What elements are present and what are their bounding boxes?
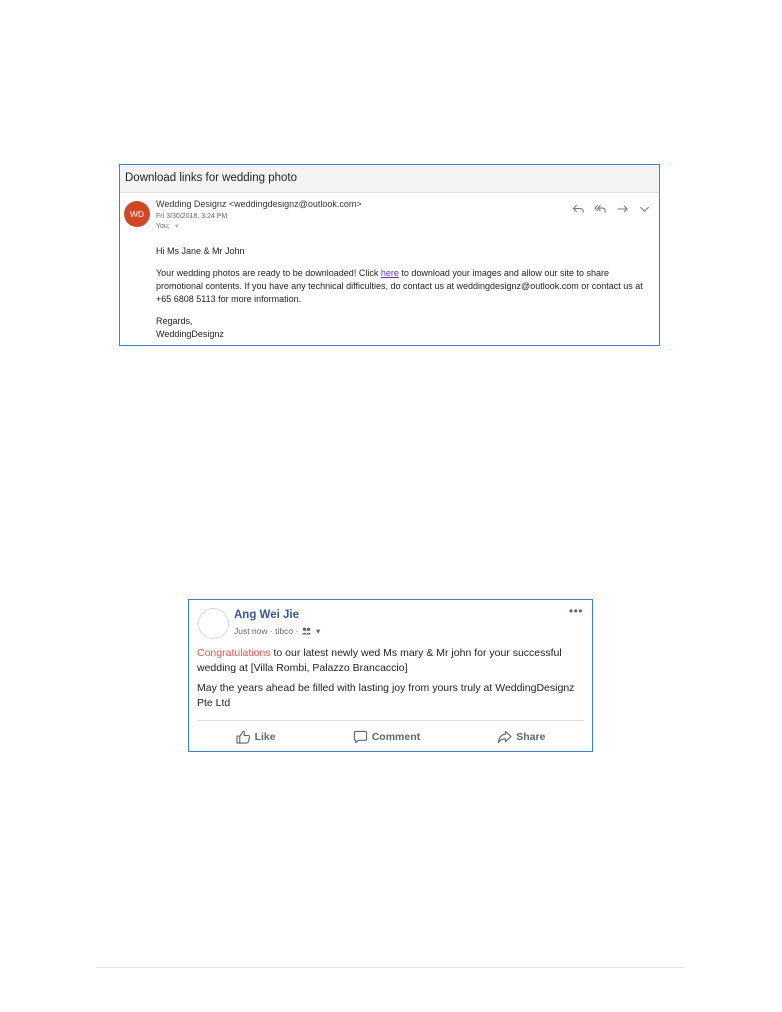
post-text: Congratulations to our latest newly wed … <box>197 646 589 711</box>
like-button[interactable]: Like <box>235 727 276 747</box>
share-label: Share <box>516 731 546 743</box>
action-divider <box>197 720 584 721</box>
recipient-label: You; <box>156 223 170 230</box>
reply-all-icon[interactable] <box>594 203 607 215</box>
email-signature: WeddingDesignz <box>156 329 224 339</box>
expand-recipients-icon[interactable]: ▼ <box>174 224 180 230</box>
highlight-word: Congratulations <box>197 647 271 659</box>
post-line-1: Congratulations to our latest newly wed … <box>197 646 589 676</box>
post-timestamp: Just now · tibco · <box>234 626 301 636</box>
author-name[interactable]: Ang Wei Jie <box>234 609 299 621</box>
body-before-link: Your wedding photos are ready to be down… <box>156 268 381 278</box>
sender-address[interactable]: Wedding Designz <weddingdesignz@outlook.… <box>156 199 362 209</box>
email-paragraph: Your wedding photos are ready to be down… <box>156 267 656 306</box>
sent-date: Fri 3/30/2018, 3:24 PM <box>156 213 228 220</box>
share-arrow-icon <box>497 730 512 744</box>
page-footer-rule <box>96 967 685 968</box>
post-actions: Like Comment Share <box>197 727 584 747</box>
social-post-card: Ang Wei Jie Just now · tibco · ▾ ••• Con… <box>188 599 593 752</box>
comment-label: Comment <box>371 731 421 743</box>
thumbs-up-icon <box>235 730 251 744</box>
more-options-icon[interactable]: ••• <box>569 604 583 618</box>
reply-icon[interactable] <box>572 203 585 215</box>
audience-dropdown-icon[interactable]: ▾ <box>316 626 320 636</box>
email-actions <box>572 203 651 215</box>
forward-icon[interactable] <box>616 203 629 215</box>
author-avatar[interactable] <box>198 608 229 639</box>
email-message-card: Download links for wedding photo WD Wedd… <box>119 164 660 346</box>
post-meta: Just now · tibco · ▾ <box>234 626 320 637</box>
email-greeting: Hi Ms Jane & Mr John <box>156 246 245 256</box>
share-button[interactable]: Share <box>497 727 545 747</box>
like-label: Like <box>254 731 276 743</box>
email-signoff: Regards, <box>156 316 193 326</box>
sender-avatar[interactable]: WD <box>124 201 150 227</box>
email-subject: Download links for wedding photo <box>120 165 659 193</box>
comment-bubble-icon <box>353 730 368 744</box>
comment-button[interactable]: Comment <box>353 727 420 747</box>
download-link[interactable]: here <box>381 268 399 278</box>
friends-icon[interactable] <box>301 626 316 636</box>
more-options-chevron-icon[interactable] <box>638 203 651 215</box>
post-line-2: May the years ahead be filled with lasti… <box>197 682 575 709</box>
email-body: Hi Ms Jane & Mr John Your wedding photos… <box>156 245 656 341</box>
recipient-line[interactable]: You; ▼ <box>156 223 180 230</box>
